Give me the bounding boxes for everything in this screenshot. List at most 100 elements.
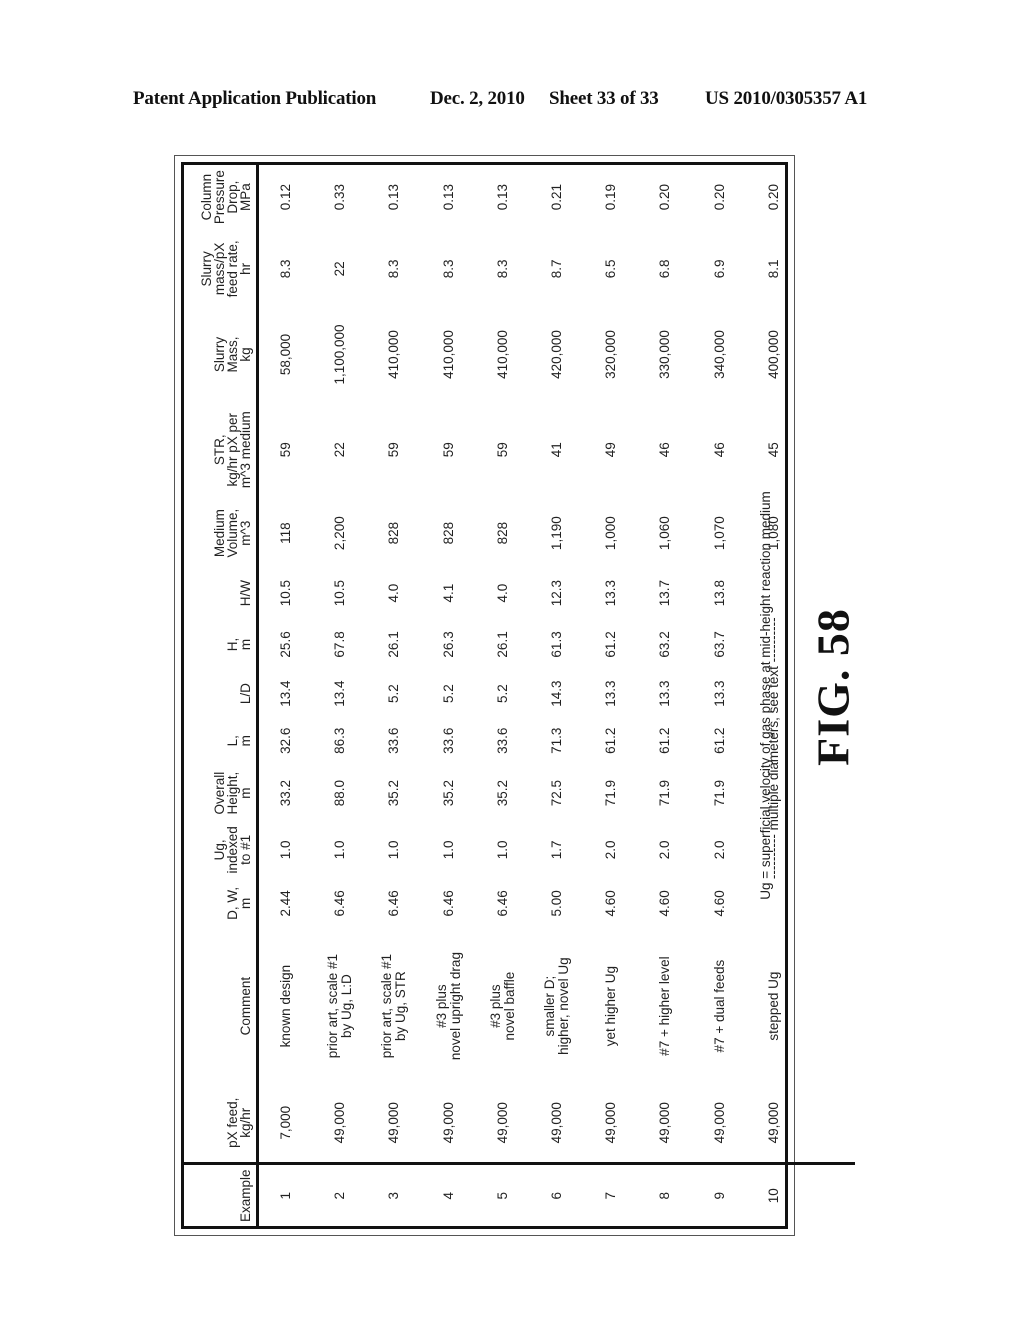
table-cell: 49,000: [603, 1102, 619, 1144]
column-header: Overall Height, m: [184, 764, 258, 823]
table-cell: smaller D; higher, novel Ug: [542, 957, 572, 1055]
publication-date: Dec. 2, 2010: [430, 88, 525, 109]
table-row: 3 49,000 prior art, scale #1 by Ug, STR 6.4…: [367, 165, 422, 1226]
table-cell: 5.2: [494, 684, 510, 704]
table-row: 1 7,000 known design 2.44 1.0 33.2 32.6 13.4 25.…: [257, 165, 314, 1226]
table-cell: 33.6: [386, 727, 402, 754]
table-cell: 88.0: [332, 780, 348, 807]
table-cell: 49,000: [711, 1102, 727, 1144]
table-cell: 46: [657, 442, 673, 458]
table-cell: 3: [367, 1163, 422, 1226]
table-row: 2 49,000 prior art, scale #1 by Ug, L:D 6.4…: [313, 165, 368, 1226]
column-header: H, m: [184, 618, 258, 671]
table-cell: 1,190: [549, 516, 565, 551]
rotated-table-frame: Example pX feed, kg/hr Comment D, W, m Ug, i…: [174, 155, 856, 1236]
table-header-row: Example pX feed, kg/hr Comment D, W, m Ug, i…: [184, 165, 258, 1226]
table-cell: 400,000: [765, 330, 781, 379]
table-cell: prior art, scale #1 by Ug, L:D: [325, 953, 355, 1059]
table-cell: 1.0: [386, 840, 402, 860]
table-cell: 6: [529, 1163, 585, 1226]
column-header: Slurry mass/pX feed rate, hr: [184, 229, 258, 309]
table-cell: 410,000: [494, 330, 510, 379]
table-cell: 0.20: [657, 184, 673, 211]
table-cell: 6.46: [494, 890, 510, 917]
table-cell: 0.20: [711, 184, 727, 211]
table-cell: 0.33: [332, 184, 348, 211]
table-cell: 32.6: [278, 727, 294, 754]
table-cell: 1,080: [765, 516, 781, 551]
table-cell: known design: [278, 964, 294, 1048]
table-cell: 0.21: [549, 184, 565, 211]
table-cell: 1.0: [494, 840, 510, 860]
table-cell: 12.3: [549, 579, 565, 607]
table-cell: 63.7: [711, 631, 727, 658]
data-table: Example pX feed, kg/hr Comment D, W, m Ug, i…: [184, 165, 856, 1226]
column-header: Slurry Mass, kg: [184, 308, 258, 401]
table-cell: 9: [692, 1163, 747, 1226]
column-header: STR, kg/hr pX per m^3 medium: [184, 400, 258, 499]
table-cell: 67.8: [332, 631, 348, 658]
table-cell: 118: [278, 522, 294, 544]
table-cell: 4.60: [657, 890, 673, 917]
table-cell: 13.3: [603, 579, 619, 607]
table-cell: 4.0: [386, 583, 402, 603]
table-cell: 25.6: [278, 631, 294, 658]
column-header: L/D: [184, 670, 258, 718]
table-cell: 61.2: [657, 727, 673, 754]
table-cell: 1,070: [711, 516, 727, 551]
spacer-cell: [800, 1163, 856, 1226]
sheet-number: Sheet 33 of 33: [549, 88, 659, 109]
table-cell: 10.5: [278, 579, 294, 607]
table-cell: 49,000: [440, 1102, 456, 1144]
table-cell: 61.2: [603, 727, 619, 754]
table-cell: 4.60: [711, 890, 727, 917]
table-cell: 59: [278, 442, 294, 458]
table-cell: 2: [313, 1163, 368, 1226]
patent-number: US 2010/0305357 A1: [705, 88, 868, 109]
table-cell: 49,000: [657, 1102, 673, 1144]
table-cell: 49,000: [765, 1102, 781, 1144]
table-cell: 13.8: [711, 579, 727, 607]
table-cell: 49,000: [386, 1102, 402, 1144]
table-cell: 8.3: [494, 259, 510, 279]
column-header: Medium Volume, m^3: [184, 498, 258, 568]
column-header: Ug, indexed to #1: [184, 822, 258, 878]
table-cell: 45: [765, 442, 781, 458]
table-cell: 49,000: [494, 1102, 510, 1144]
table-cell: 35.2: [494, 780, 510, 807]
table-cell: 5: [475, 1163, 530, 1226]
table-cell: 6.9: [711, 259, 727, 279]
table-cell: 1: [257, 1163, 314, 1226]
table-inner-border: Example pX feed, kg/hr Comment D, W, m Ug, i…: [181, 162, 856, 1229]
table-cell: 8.3: [278, 259, 294, 279]
table-cell: 49,000: [549, 1102, 565, 1144]
table-cell: 71.9: [657, 780, 673, 807]
table-row: 5 49,000 #3 plus novel baffle 6.46 1.0 35.2 33…: [475, 165, 530, 1226]
column-header: H/W: [184, 567, 258, 619]
table-row: 9 49,000 #7 + dual feeds 4.60 2.0 71.9 61.2 13.…: [692, 165, 747, 1226]
table-cell: 26.1: [494, 631, 510, 658]
table-cell: 8.1: [765, 259, 781, 279]
table-cell: 6.46: [332, 890, 348, 917]
table-footnote: Ug = superficial velocity of gas phase a…: [758, 491, 773, 900]
table-cell: #3 plus novel upright drag: [433, 952, 463, 1061]
table-cell: 13.4: [332, 680, 348, 707]
column-header: Comment: [184, 929, 258, 1084]
table-cell: 13.3: [657, 680, 673, 707]
table-cell: 35.2: [386, 780, 402, 807]
table-cell: 26.3: [440, 631, 456, 658]
table-cell: 49,000: [332, 1102, 348, 1144]
table-cell: 5.00: [549, 890, 565, 917]
table-cell: 2.0: [657, 840, 673, 860]
span-note-cell: ---------- multiple diameters, see text …: [765, 617, 781, 880]
table-cell: 1.0: [332, 840, 348, 860]
table-cell: 22: [332, 261, 348, 277]
table-cell: 1.0: [440, 840, 456, 860]
table-cell: 6.8: [657, 259, 673, 279]
table-cell: 8.3: [440, 259, 456, 279]
table-cell: 71.9: [711, 780, 727, 807]
table-cell: 1.7: [549, 840, 565, 860]
table-cell: 7: [584, 1163, 639, 1226]
table-cell: 22: [332, 442, 348, 458]
table-cell: 10.5: [332, 579, 348, 607]
